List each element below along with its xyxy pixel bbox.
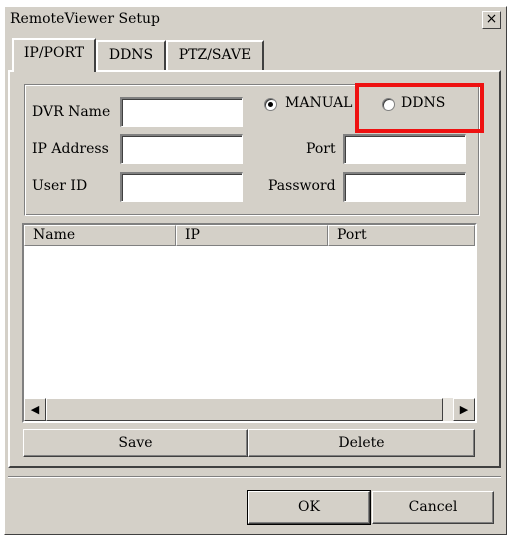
tab-label: PTZ/SAVE [178, 47, 252, 63]
tab-label: DDNS [108, 47, 154, 63]
close-button[interactable]: × [482, 11, 501, 29]
user-id-label: User ID [32, 178, 88, 194]
scroll-right-button[interactable]: ▶ [453, 398, 475, 421]
dvr-name-label: DVR Name [32, 104, 111, 120]
column-header-name[interactable]: Name [24, 225, 176, 246]
dvr-name-input[interactable] [120, 97, 243, 127]
right-arrow-icon: ▶ [459, 403, 469, 416]
tab-label: IP/PORT [23, 45, 85, 61]
left-arrow-icon: ◀ [30, 403, 40, 416]
ddns-highlight-box [355, 83, 484, 133]
tab-ddns[interactable]: DDNS [96, 40, 166, 70]
scroll-left-button[interactable]: ◀ [24, 398, 46, 421]
manual-label: MANUAL [285, 95, 353, 111]
ok-button[interactable]: OK [247, 490, 371, 525]
tab-ip-port[interactable]: IP/PORT [12, 38, 96, 72]
column-header-port[interactable]: Port [328, 225, 475, 246]
radio-selected-dot [268, 102, 273, 107]
footer-separator [8, 476, 501, 478]
password-input[interactable] [343, 172, 466, 202]
ip-address-label: IP Address [32, 141, 109, 157]
password-label: Password [268, 178, 336, 194]
user-id-input[interactable] [120, 172, 243, 202]
manual-radio[interactable] [264, 98, 277, 111]
column-header-ip[interactable]: IP [176, 225, 328, 246]
dvr-list[interactable] [22, 223, 477, 423]
save-button[interactable]: Save [23, 429, 248, 457]
ip-address-input[interactable] [120, 134, 243, 164]
delete-button[interactable]: Delete [248, 429, 475, 457]
port-input[interactable] [343, 134, 466, 164]
tab-ptz-save[interactable]: PTZ/SAVE [166, 40, 264, 70]
port-label: Port [306, 141, 336, 157]
window-title: RemoteViewer Setup [10, 11, 160, 27]
scrollbar-thumb[interactable] [46, 398, 443, 421]
close-icon: × [485, 11, 498, 27]
cancel-button[interactable]: Cancel [372, 491, 494, 524]
